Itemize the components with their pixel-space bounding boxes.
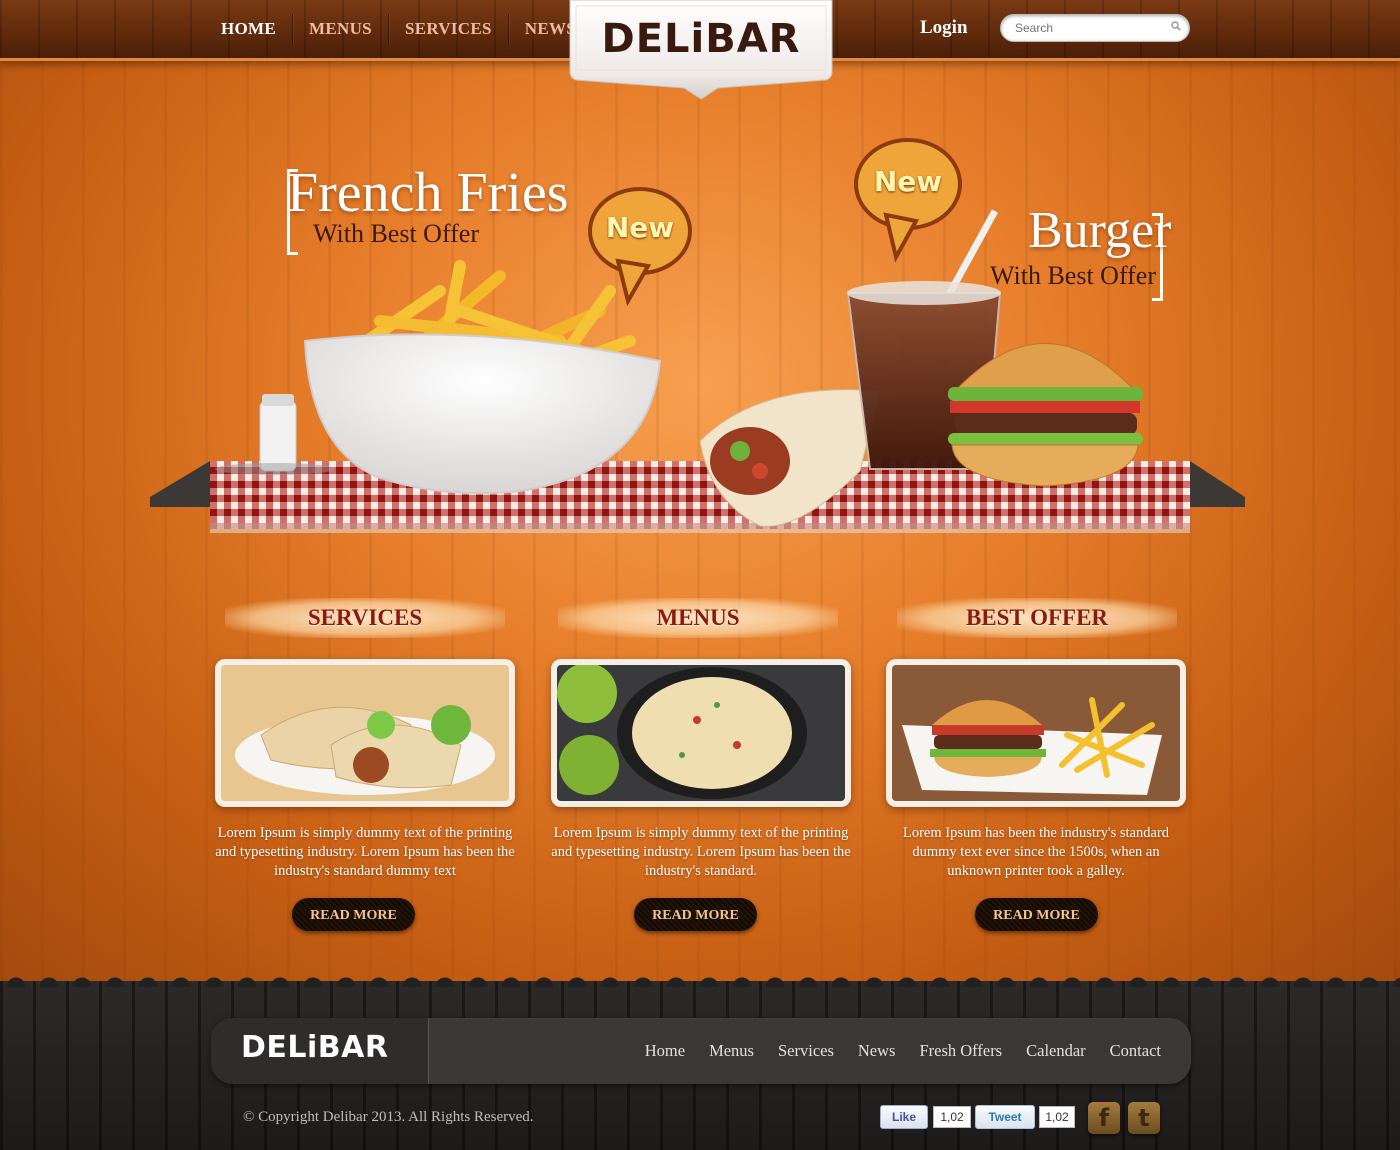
new-badge-left-text: New xyxy=(605,211,675,244)
section-heading-menus: MENUS xyxy=(558,598,838,638)
like-count: 1,02 xyxy=(933,1106,971,1128)
tweet-button[interactable]: Tweet xyxy=(975,1105,1035,1129)
hero-illustration xyxy=(150,138,1245,533)
footer-logo-box: DELiBAR xyxy=(211,1018,429,1084)
search-input[interactable] xyxy=(1013,20,1162,36)
pita-wraps-photo xyxy=(221,665,509,801)
copyright-text: © Copyright Delibar 2013. All Rights Res… xyxy=(243,1109,534,1125)
like-label: Like xyxy=(891,1110,916,1124)
twitter-icon[interactable]: t xyxy=(1128,1102,1160,1134)
footer-link-news[interactable]: News xyxy=(858,1041,896,1061)
read-more-menus-button[interactable]: READ MORE xyxy=(634,898,757,931)
search-icon[interactable] xyxy=(1171,21,1181,31)
rice-pan-photo xyxy=(557,665,845,801)
footer-nav: Home Menus Services News Fresh Offers Ca… xyxy=(621,1018,1161,1084)
footer-logo[interactable]: DELiBAR xyxy=(241,1030,388,1065)
nav-item-menus[interactable]: MENUS xyxy=(293,14,389,44)
card-services[interactable] xyxy=(215,659,515,807)
burger-fries-photo xyxy=(892,665,1180,801)
footer-link-contact[interactable]: Contact xyxy=(1110,1041,1161,1061)
new-badge-right xyxy=(854,138,962,263)
footer-link-calendar[interactable]: Calendar xyxy=(1026,1041,1086,1061)
card-best-offer-text: Lorem Ipsum has been the industry's stan… xyxy=(903,825,1169,879)
card-menus[interactable] xyxy=(551,659,851,807)
logo-tab[interactable]: DELiBAR xyxy=(568,0,834,100)
hero-banner: French Fries With Best Offer Burger With… xyxy=(0,61,1400,981)
new-badge-right-text: New xyxy=(873,165,943,198)
tweet-count: 1,02 xyxy=(1039,1106,1075,1128)
card-best-offer[interactable] xyxy=(886,659,1186,807)
section-heading-best-offer: BEST OFFER xyxy=(897,598,1177,638)
footer-link-services[interactable]: Services xyxy=(778,1041,834,1061)
footer: DELiBAR Home Menus Services News Fresh O… xyxy=(0,975,1400,1150)
nav-item-services[interactable]: SERVICES xyxy=(389,14,509,44)
footer-link-menus[interactable]: Menus xyxy=(709,1041,754,1061)
footer-bar: DELiBAR Home Menus Services News Fresh O… xyxy=(211,1018,1191,1084)
read-more-best-offer-button[interactable]: READ MORE xyxy=(975,898,1098,931)
like-button[interactable]: Like xyxy=(880,1105,928,1129)
card-menus-text: Lorem Ipsum is simply dummy text of the … xyxy=(551,825,851,879)
login-link[interactable]: Login xyxy=(920,17,968,39)
footer-link-fresh-offers[interactable]: Fresh Offers xyxy=(919,1041,1002,1061)
nav-item-home[interactable]: HOME xyxy=(205,14,294,44)
search-box xyxy=(1000,14,1190,42)
site-logo[interactable]: DELiBAR xyxy=(568,16,834,62)
tweet-label: Tweet xyxy=(988,1110,1022,1124)
footer-scallop-edge xyxy=(0,975,1400,987)
read-more-services-button[interactable]: READ MORE xyxy=(292,898,415,931)
new-badge-left xyxy=(588,187,692,307)
facebook-icon[interactable]: f xyxy=(1088,1102,1120,1134)
section-heading-services: SERVICES xyxy=(225,598,505,638)
fries-bowl xyxy=(303,260,662,495)
card-services-text: Lorem Ipsum is simply dummy text of the … xyxy=(215,825,515,879)
footer-link-home[interactable]: Home xyxy=(645,1041,685,1061)
main-nav: HOME MENUS SERVICES NEWS xyxy=(205,0,592,58)
